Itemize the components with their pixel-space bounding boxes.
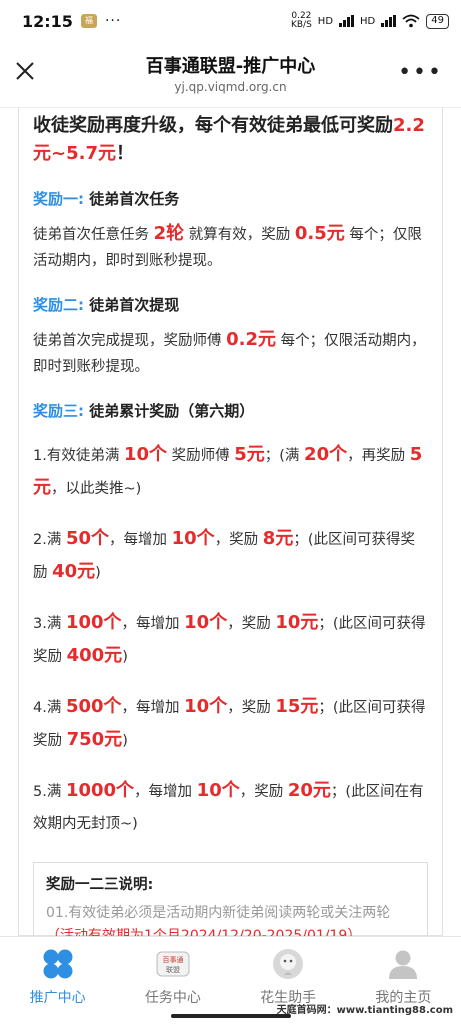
page-title: 百事通联盟-推广中心 (145, 56, 316, 77)
bottom-tab-bar: 推广中心 百事通 联盟 任务中心 花生助手 我的主页 天庭首码网：www.tia… (0, 936, 461, 1024)
tier-item: 5.满 1000个，每增加 10个，奖励 20元；(此区间在有效期内无封顶~) (33, 780, 424, 832)
battery-indicator: 49 (426, 13, 449, 29)
user-silhouette-icon (389, 950, 418, 979)
watermark: 天庭首码网：www.tianting88.com (276, 1005, 453, 1016)
hd-label-1: HD (317, 15, 334, 27)
rules-card: 收徒奖励再度升级，每个有效徒弟最低可奖励2.2元~5.7元！ 奖励一: 徒弟首次… (18, 108, 443, 936)
reward3-title: 奖励三: 徒弟累计奖励（第六期） (33, 402, 255, 420)
notes-box: 奖励一二三说明: 01.有效徒弟必须是活动期内新徒弟阅读两轮或关注两轮（活动有效… (33, 862, 428, 936)
hd-label-2: HD (360, 15, 376, 27)
status-bar: 12:15 福 ··· 0.22 KB/S HD HD 49 (0, 0, 461, 42)
union-logo-icon: 百事通 联盟 (156, 951, 190, 977)
svg-text:百事通: 百事通 (162, 955, 183, 964)
home-indicator[interactable] (170, 1014, 291, 1018)
svg-text:联盟: 联盟 (166, 965, 180, 974)
page-url: yj.qp.viqmd.org.cn (174, 80, 287, 94)
app-badge-icon: 福 (80, 14, 97, 28)
content-area[interactable]: 收徒奖励再度升级，每个有效徒弟最低可奖励2.2元~5.7元！ 奖励一: 徒弟首次… (18, 108, 443, 936)
notes-text: 01.有效徒弟必须是活动期内新徒弟阅读两轮或关注两轮（活动有效期为1个月2024… (46, 905, 391, 936)
reward1-title: 奖励一: 徒弟首次任务 (33, 190, 180, 208)
tier-item: 2.满 50个，每增加 10个，奖励 8元；(此区间可获得奖励 40元) (33, 528, 415, 582)
headline: 收徒奖励再度升级，每个有效徒弟最低可奖励2.2元~5.7元！ (33, 115, 425, 164)
tab-task-center[interactable]: 百事通 联盟 任务中心 (115, 937, 230, 1024)
notes-title: 奖励一二三说明: (46, 877, 154, 893)
reward1-text: 徒弟首次任意任务 2轮 就算有效，奖励 0.5元 每个；仅限活动期内，即时到账秒… (33, 223, 422, 269)
reward2-text: 徒弟首次完成提现，奖励师傅 0.2元 每个；仅限活动期内，即时到账秒提现。 (33, 329, 426, 375)
reward2-title: 奖励二: 徒弟首次提现 (33, 296, 180, 314)
more-notifications-icon: ··· (104, 13, 122, 29)
status-time: 12:15 (22, 11, 73, 31)
tier-item: 1.有效徒弟满 10个 奖励师傅 5元；(满 20个，再奖励 5元，以此类推~) (33, 444, 423, 498)
tier-item: 4.满 500个，每增加 10个，奖励 15元；(此区间可获得奖励 750元) (33, 696, 426, 750)
more-menu-icon[interactable]: ••• (398, 60, 443, 85)
tier-item: 3.满 100个，每增加 10个，奖励 10元；(此区间可获得奖励 400元) (33, 612, 426, 666)
four-petal-icon (43, 949, 73, 979)
signal-icon-1 (339, 15, 355, 27)
browser-header: 百事通联盟-推广中心 yj.qp.viqmd.org.cn ••• (0, 42, 461, 108)
signal-icon-2 (381, 15, 397, 27)
wifi-icon (402, 14, 420, 28)
assistant-avatar-icon (273, 949, 304, 979)
network-speed: 0.22 KB/S (290, 11, 312, 30)
tab-promotion-center[interactable]: 推广中心 (0, 937, 115, 1024)
